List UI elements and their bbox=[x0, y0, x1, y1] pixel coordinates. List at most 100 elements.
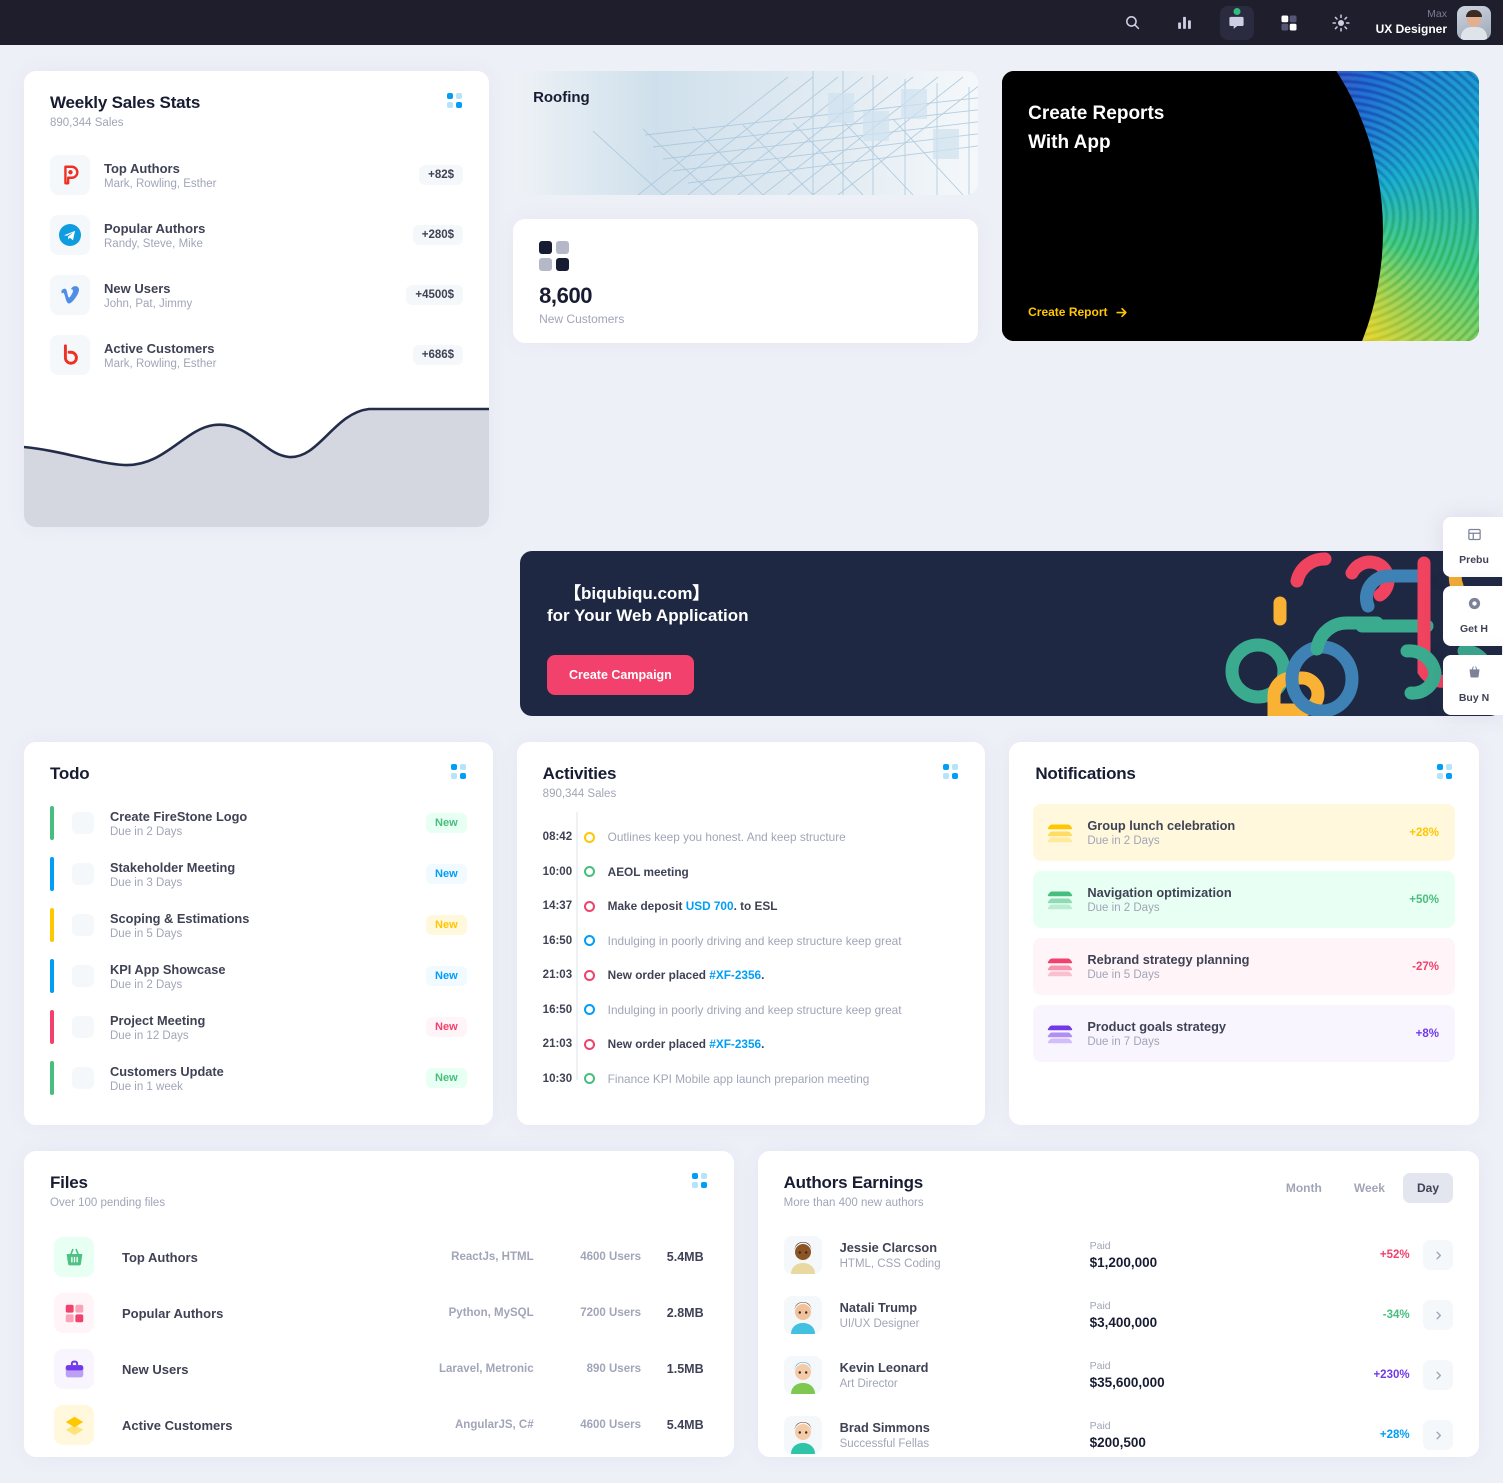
avatar bbox=[783, 1356, 822, 1394]
create-report-link[interactable]: Create Report bbox=[1028, 305, 1128, 319]
author-role: Successful Fellas bbox=[839, 1438, 930, 1450]
list-item[interactable]: 21:03 New order placed #XF-2356. bbox=[543, 1027, 960, 1062]
todo-checkbox[interactable] bbox=[72, 863, 94, 885]
list-item[interactable]: Top Authors Mark, Rowling, Esther +82$ bbox=[50, 155, 464, 195]
float-panel-button-2[interactable]: Buy N bbox=[1443, 655, 1503, 715]
list-item[interactable]: Create FireStone Logo Due in 2 Days New bbox=[50, 806, 467, 840]
stat-name: New Users bbox=[104, 280, 171, 296]
table-row[interactable]: New Users Laravel, Metronic 890 Users 1.… bbox=[24, 1341, 734, 1397]
float-panel-button-0[interactable]: Prebu bbox=[1443, 517, 1503, 577]
file-tech: ReactJs, HTML bbox=[451, 1251, 534, 1263]
paid-label: Paid bbox=[1089, 1420, 1111, 1432]
create-campaign-button[interactable]: Create Campaign bbox=[547, 655, 694, 695]
file-tech: Python, MySQL bbox=[448, 1307, 534, 1319]
list-item[interactable]: Popular Authors Randy, Steve, Mike +280$ bbox=[50, 215, 464, 255]
file-size: 5.4MB bbox=[666, 1418, 704, 1432]
file-name: Active Customers bbox=[122, 1417, 233, 1433]
search-icon[interactable] bbox=[1116, 6, 1150, 40]
list-item[interactable]: 08:42 Outlines keep you honest. And keep… bbox=[543, 820, 960, 855]
list-item[interactable]: Product goals strategy Due in 7 Days +8% bbox=[1033, 1005, 1455, 1062]
activity-text: AEOL meeting bbox=[607, 864, 689, 879]
file-name: New Users bbox=[122, 1361, 189, 1377]
list-item[interactable]: Customers Update Due in 1 week New bbox=[50, 1061, 467, 1095]
grid-apps-icon[interactable] bbox=[1272, 6, 1306, 40]
list-item[interactable]: Stakeholder Meeting Due in 3 Days New bbox=[50, 857, 467, 891]
todo-color-bar bbox=[50, 908, 54, 942]
list-item[interactable]: Navigation optimization Due in 2 Days +5… bbox=[1033, 871, 1455, 928]
list-item[interactable]: 10:30 Finance KPI Mobile app launch prep… bbox=[543, 1062, 960, 1097]
cart-icon bbox=[1453, 665, 1495, 684]
list-item[interactable]: 10:00 AEOL meeting bbox=[543, 855, 960, 890]
card-menu-icon[interactable] bbox=[691, 1173, 708, 1188]
tab-month[interactable]: Month bbox=[1272, 1173, 1336, 1203]
todo-checkbox[interactable] bbox=[72, 1067, 94, 1089]
activity-content: Indulging in poorly driving and keep str… bbox=[608, 934, 902, 948]
activity-link[interactable]: USD 700 bbox=[686, 899, 734, 913]
theme-brightness-icon[interactable] bbox=[1324, 6, 1358, 40]
todo-name: Stakeholder Meeting bbox=[110, 859, 236, 875]
activities-subtitle: 890,344 Sales bbox=[542, 788, 617, 800]
todo-checkbox[interactable] bbox=[72, 965, 94, 987]
tab-day[interactable]: Day bbox=[1402, 1173, 1453, 1203]
chart-bar-icon[interactable] bbox=[1168, 6, 1202, 40]
create-report-label: Create Report bbox=[1028, 305, 1108, 319]
activity-link[interactable]: #XF-2356 bbox=[709, 968, 761, 982]
stat-people: Mark, Rowling, Esther bbox=[104, 177, 217, 190]
todo-checkbox[interactable] bbox=[72, 1016, 94, 1038]
card-menu-icon[interactable] bbox=[1437, 764, 1453, 779]
earnings-list: Jessie Clarcson HTML, CSS Coding Paid $1… bbox=[758, 1225, 1479, 1457]
list-item[interactable]: 16:50 Indulging in poorly driving and ke… bbox=[543, 924, 960, 959]
card-menu-icon[interactable] bbox=[450, 764, 467, 779]
list-item[interactable]: Scoping & Estimations Due in 5 Days New bbox=[50, 908, 467, 942]
roofing-card[interactable]: Roofing bbox=[513, 71, 979, 195]
activities-card-header: Activities 890,344 Sales bbox=[517, 742, 986, 800]
list-item[interactable]: KPI App Showcase Due in 2 Days New bbox=[50, 959, 467, 993]
card-menu-icon[interactable] bbox=[447, 93, 463, 108]
activities-title: Activities bbox=[542, 764, 617, 783]
card-menu-icon[interactable] bbox=[943, 764, 959, 779]
table-row[interactable]: Popular Authors Python, MySQL 7200 Users… bbox=[24, 1285, 734, 1341]
status-badge: New bbox=[426, 813, 467, 833]
list-item[interactable]: New Users John, Pat, Jimmy +4500$ bbox=[50, 275, 464, 315]
float-panel-button-1[interactable]: Get H bbox=[1443, 586, 1503, 646]
dashboard-row-2: Todo Create FireStone Logo Due in 2 Days… bbox=[24, 742, 1479, 1125]
create-reports-card[interactable]: Create Reports With App Create Report bbox=[1002, 71, 1479, 341]
layers-icon bbox=[1047, 957, 1074, 977]
list-item[interactable]: 16:50 Indulging in poorly driving and ke… bbox=[543, 993, 960, 1028]
notification-due: Due in 5 Days bbox=[1087, 969, 1160, 981]
activity-time: 16:50 bbox=[542, 1003, 573, 1016]
table-row[interactable]: Top Authors ReactJs, HTML 4600 Users 5.4… bbox=[24, 1229, 734, 1285]
todo-card-header: Todo bbox=[24, 742, 493, 784]
list-item[interactable]: Active Customers Mark, Rowling, Esther +… bbox=[50, 335, 464, 375]
author-name: Kevin Leonard bbox=[839, 1360, 929, 1375]
notifications-list: Group lunch celebration Due in 2 Days +2… bbox=[1009, 784, 1479, 1062]
chat-icon[interactable] bbox=[1219, 5, 1254, 40]
list-item[interactable]: Project Meeting Due in 12 Days New bbox=[50, 1010, 467, 1044]
table-row[interactable]: Natali Trump UI/UX Designer Paid $3,400,… bbox=[758, 1285, 1479, 1345]
status-badge: +4500$ bbox=[406, 285, 464, 305]
todo-checkbox[interactable] bbox=[72, 914, 94, 936]
table-row[interactable]: Kevin Leonard Art Director Paid $35,600,… bbox=[758, 1345, 1479, 1405]
tab-week[interactable]: Week bbox=[1340, 1173, 1399, 1203]
activity-link[interactable]: #XF-2356 bbox=[709, 1037, 761, 1051]
user-profile[interactable]: Max UX Designer bbox=[1376, 5, 1491, 40]
dashboard-row-3: Files Over 100 pending files Top Authors… bbox=[24, 1151, 1479, 1457]
earnings-period-tabs: Month Week Day bbox=[1272, 1173, 1453, 1203]
chevron-right-icon[interactable] bbox=[1423, 1300, 1453, 1330]
weekly-card-header: Weekly Sales Stats 890,344 Sales bbox=[24, 71, 489, 129]
table-row[interactable]: Active Customers AngularJS, C# 4600 User… bbox=[24, 1397, 734, 1453]
author-text-block: Natali Trump UI/UX Designer bbox=[840, 1300, 1090, 1330]
todo-checkbox[interactable] bbox=[72, 812, 94, 834]
list-item[interactable]: Rebrand strategy planning Due in 5 Days … bbox=[1033, 938, 1455, 995]
author-role: UI/UX Designer bbox=[839, 1318, 920, 1330]
table-row[interactable]: Brad Simmons Successful Fellas Paid $200… bbox=[758, 1405, 1479, 1457]
author-percent: +28% bbox=[1379, 1429, 1410, 1441]
chevron-right-icon[interactable] bbox=[1423, 1420, 1453, 1450]
list-item[interactable]: 21:03 New order placed #XF-2356. bbox=[543, 958, 960, 993]
avatar[interactable] bbox=[1457, 5, 1491, 40]
list-item[interactable]: 14:37 Make deposit USD 700. to ESL bbox=[543, 889, 960, 924]
list-item[interactable]: Group lunch celebration Due in 2 Days +2… bbox=[1033, 804, 1455, 861]
chevron-right-icon[interactable] bbox=[1423, 1360, 1453, 1390]
middle-column: Roofing 8,600 New Customers bbox=[513, 71, 979, 527]
table-row[interactable]: Jessie Clarcson HTML, CSS Coding Paid $1… bbox=[758, 1225, 1479, 1285]
